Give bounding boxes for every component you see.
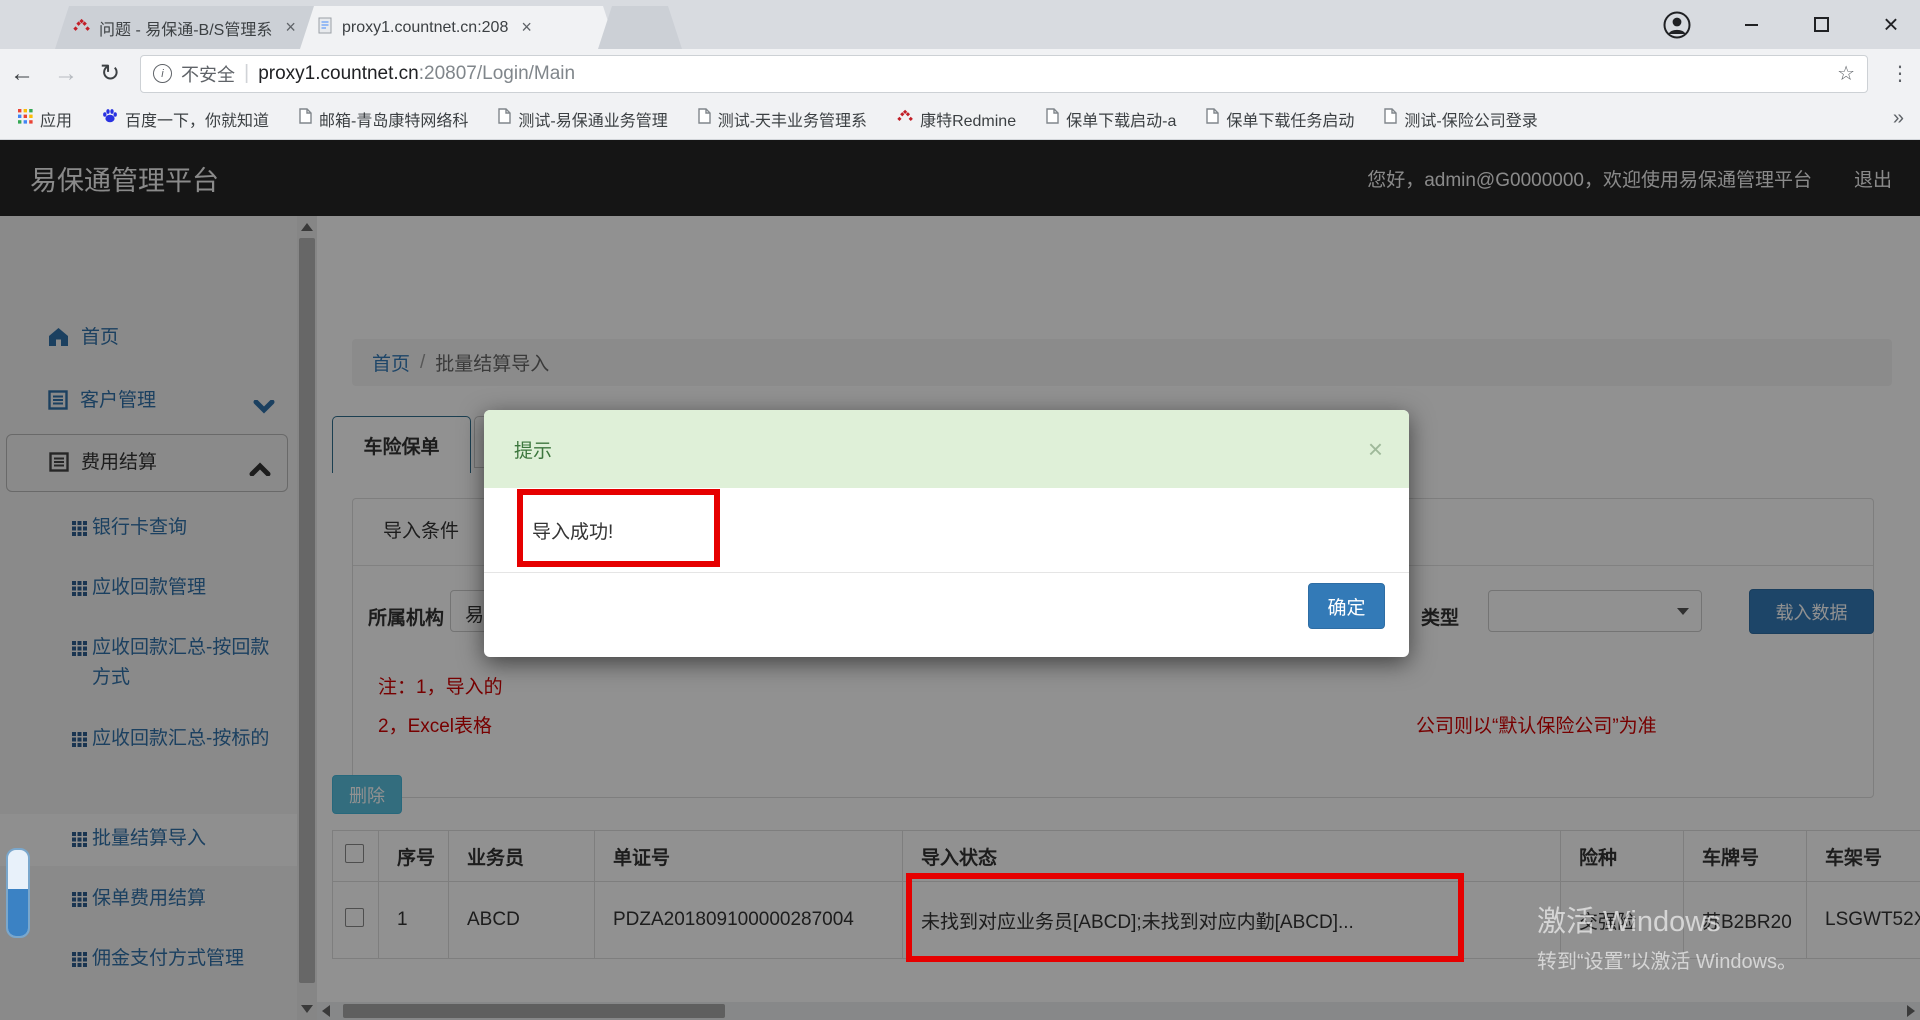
browser-window: 问题 - 易保通-B/S管理系 × proxy1.countnet.cn:208…: [0, 0, 1920, 1020]
bookmark-mail[interactable]: 邮箱-青岛康特网络科: [299, 107, 468, 131]
thermometer-fill: [8, 888, 28, 936]
window-maximize-icon[interactable]: [1796, 0, 1846, 49]
bookmark-label: 邮箱-青岛康特网络科: [319, 112, 469, 130]
tab-title: proxy1.countnet.cn:208: [342, 18, 509, 36]
bookmark-label: 康特Redmine: [920, 112, 1017, 130]
tab-close-icon[interactable]: ×: [285, 17, 296, 38]
page-icon: [698, 108, 711, 129]
page-icon: [498, 108, 512, 129]
browser-tab-redmine[interactable]: 问题 - 易保通-B/S管理系 ×: [55, 6, 329, 49]
modal-header: 提示 ×: [484, 410, 1409, 488]
tab-close-icon[interactable]: ×: [521, 17, 532, 38]
back-icon[interactable]: ←: [0, 60, 44, 88]
redmine-favicon-icon: [73, 17, 90, 39]
browser-toolbar: ← → ↻ i 不安全 | proxy1.countnet.cn:20807/L…: [0, 49, 1920, 98]
window-close-icon[interactable]: ×: [1866, 0, 1916, 49]
bookmark-label: 保单下载启动-a: [1066, 112, 1177, 130]
bookmark-test-tf[interactable]: 测试-天丰业务管理系: [698, 107, 867, 131]
bookmark-redmine[interactable]: 康特Redmine: [897, 107, 1016, 131]
page-icon: [299, 108, 312, 129]
page-icon: [1384, 108, 1398, 129]
url-divider: |: [244, 62, 250, 84]
bookmark-label: 测试-保险公司登录: [1404, 112, 1538, 130]
bookmark-label: 百度一下，你就知道: [125, 112, 270, 130]
bookmark-apps[interactable]: 应用: [18, 107, 72, 131]
profile-avatar-icon[interactable]: [1652, 0, 1702, 49]
bookmark-policy-dl-a[interactable]: 保单下载启动-a: [1046, 107, 1176, 131]
bookmark-label: 测试-易保通业务管理: [518, 112, 668, 130]
windows-activation-watermark-line2: 转到“设置”以激活 Windows。: [1537, 951, 1798, 973]
modal-ok-button[interactable]: 确定: [1308, 583, 1385, 629]
modal-title: 提示: [514, 440, 553, 462]
redmine-icon: [897, 108, 913, 129]
url-text: proxy1.countnet.cn:20807/Login/Main: [258, 63, 575, 85]
bookmark-policy-task[interactable]: 保单下载任务启动: [1206, 107, 1354, 131]
bookmarks-bar: 应用 百度一下，你就知道 邮箱-青岛康特网络科 测试-易保通业务管理 测试-天丰…: [0, 98, 1920, 140]
url-path: :20807/Login/Main: [418, 62, 576, 84]
thermometer-slider[interactable]: [6, 848, 30, 938]
forward-icon: →: [54, 59, 78, 87]
bookmark-baidu[interactable]: 百度一下，你就知道: [102, 107, 269, 131]
modal-footer: 确定: [484, 573, 1409, 657]
security-label: 不安全: [181, 64, 235, 85]
annotation-box-import-status: [906, 873, 1464, 962]
bookmark-label: 测试-天丰业务管理系: [717, 112, 868, 130]
bookmark-test-ybt[interactable]: 测试-易保通业务管理: [498, 107, 668, 131]
new-tab-button[interactable]: [598, 6, 682, 49]
bookmark-label: 保单下载任务启动: [1226, 112, 1355, 130]
bookmark-test-login[interactable]: 测试-保险公司登录: [1384, 107, 1538, 131]
windows-activation-watermark-line1: 激活 Windows: [1537, 906, 1721, 938]
window-minimize-icon[interactable]: [1726, 0, 1776, 49]
bookmark-star-icon[interactable]: ☆: [1837, 61, 1855, 86]
url-host: proxy1.countnet.cn: [258, 62, 419, 84]
page-favicon-icon: [318, 17, 333, 39]
page-icon: [1206, 108, 1220, 129]
reload-icon[interactable]: ↻: [88, 59, 132, 88]
browser-menu-icon[interactable]: ⋮: [1880, 61, 1920, 86]
modal-close-icon[interactable]: ×: [1368, 434, 1383, 465]
info-icon[interactable]: i: [153, 64, 172, 83]
annotation-box-modal-message: [517, 489, 720, 567]
page-icon: [1046, 108, 1059, 129]
browser-tab-strip: 问题 - 易保通-B/S管理系 × proxy1.countnet.cn:208…: [0, 0, 1920, 49]
tab-title: 问题 - 易保通-B/S管理系: [99, 21, 273, 39]
baidu-paw-icon: [102, 108, 118, 129]
address-bar[interactable]: i 不安全 | proxy1.countnet.cn:20807/Login/M…: [140, 54, 1868, 93]
bookmarks-overflow-icon[interactable]: »: [1893, 107, 1904, 130]
browser-tab-active[interactable]: proxy1.countnet.cn:208 ×: [300, 6, 617, 49]
bookmark-label: 应用: [40, 112, 73, 130]
apps-grid-icon: [18, 108, 33, 129]
